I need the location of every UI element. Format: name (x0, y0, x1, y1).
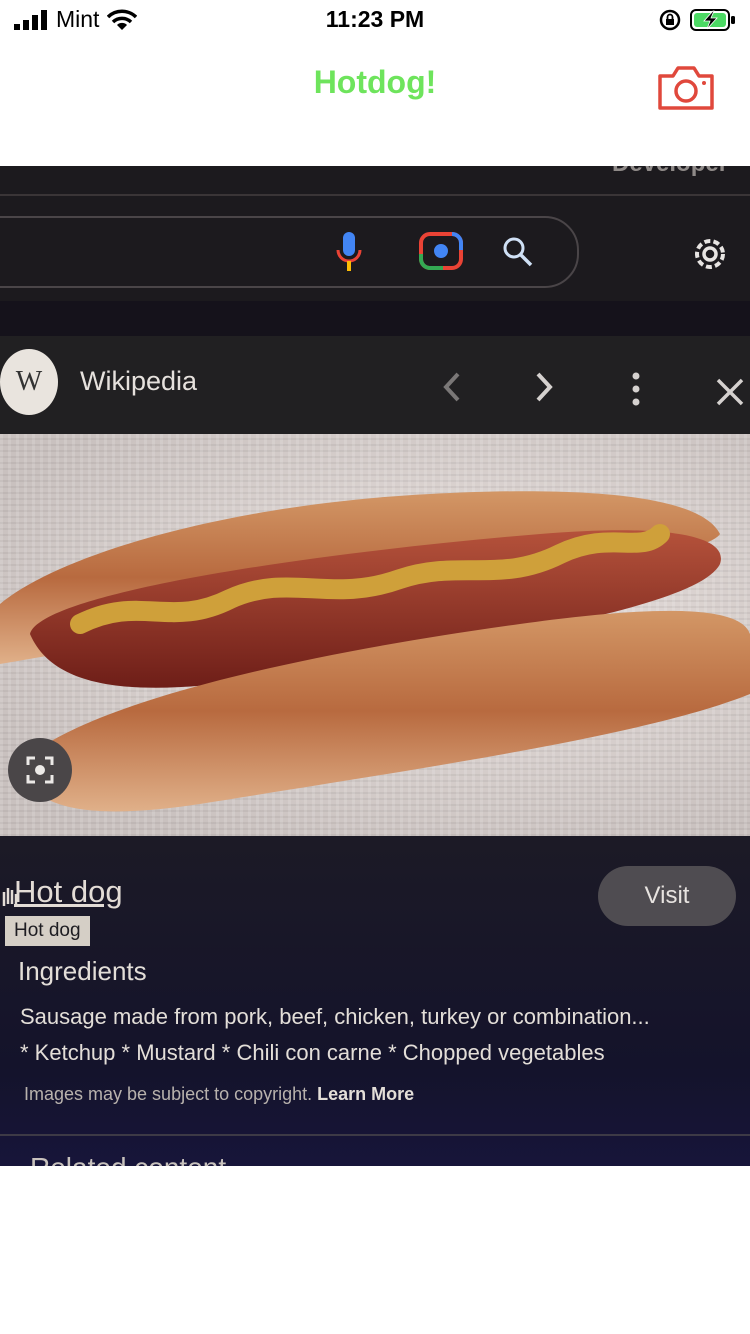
lens-scan-icon (26, 756, 54, 784)
browser-bookmark-label: Developer (612, 166, 728, 178)
ingredients-text-line-2: * Ketchup * Mustard * Chili con carne * … (20, 1040, 605, 1065)
result-title-link: Hot dog (14, 874, 123, 909)
close-icon (716, 378, 744, 406)
wikipedia-logo: W (0, 349, 58, 415)
battery-charging-icon (690, 9, 735, 31)
hotdog-illustration (0, 491, 750, 812)
visual-search-button (8, 738, 72, 802)
copyright-text: Images may be subject to copyright. (24, 1084, 313, 1104)
search-bar (0, 216, 579, 288)
hotdog-image (0, 434, 750, 836)
nav-title: Hotdog! (313, 64, 437, 100)
learn-more-link: Learn More (317, 1084, 415, 1104)
status-indicators (658, 8, 736, 32)
chevron-left-icon (443, 372, 460, 402)
browser-toolbar: Developer (0, 166, 750, 301)
browser-divider (0, 194, 750, 196)
visit-button: Visit (598, 866, 736, 926)
related-content-heading: Related content (30, 1152, 226, 1166)
google-lens-icon (419, 232, 463, 270)
copyright-notice: Images may be subject to copyright. Lear… (24, 1084, 414, 1105)
chevron-right-icon (536, 372, 553, 402)
clock: 11:23 PM (325, 6, 425, 32)
camera-button[interactable] (656, 64, 716, 112)
nav-bar: Hotdog! (0, 42, 750, 166)
ingredients-heading: Ingredients (18, 956, 147, 986)
camera-icon (658, 66, 714, 110)
rotation-lock-icon (659, 9, 681, 31)
ingredients-text-line-1: Sausage made from pork, beef, chicken, t… (20, 1004, 650, 1029)
gear-icon (695, 239, 725, 269)
search-icon (503, 237, 533, 267)
microphone-icon (336, 232, 362, 271)
status-bar: Mint 11:23 PM (0, 0, 750, 42)
more-vertical-icon (632, 372, 640, 406)
result-divider (0, 1134, 750, 1136)
wiki-source-name: Wikipedia (80, 366, 198, 396)
link-tooltip: Hot dog (5, 916, 90, 946)
captured-photo: Developer W Wikipedia (0, 166, 750, 1166)
